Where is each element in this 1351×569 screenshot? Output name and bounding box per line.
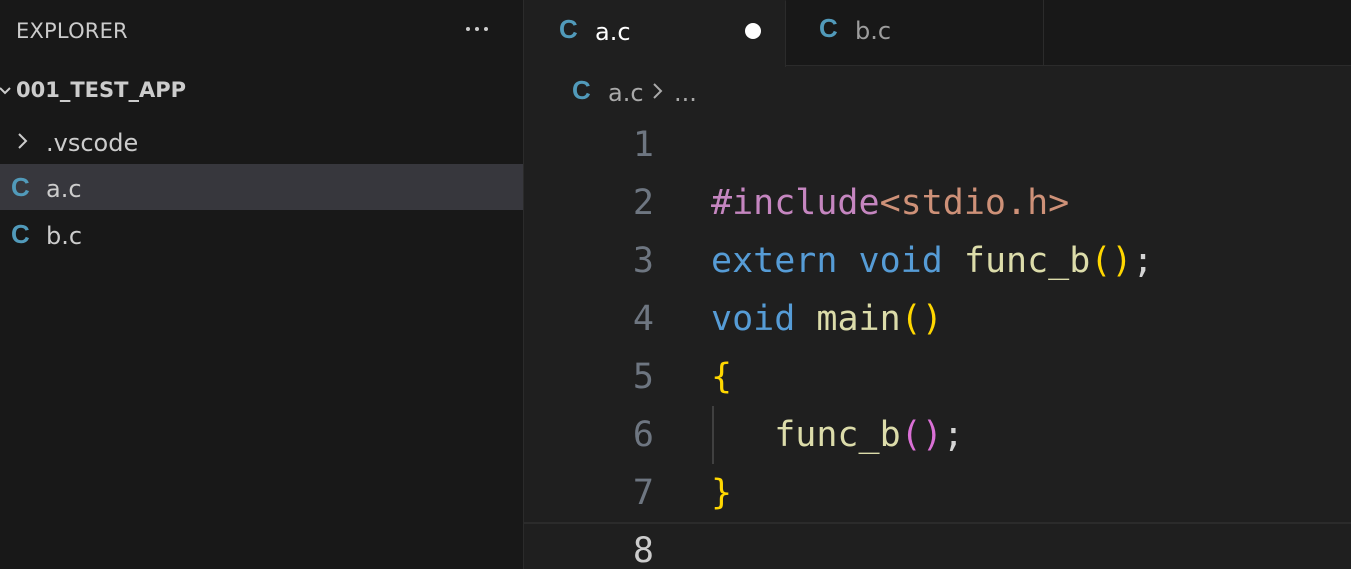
code-line-text: func_b(); xyxy=(711,415,964,455)
code-token: { xyxy=(711,357,733,397)
breadcrumb-more[interactable]: ... xyxy=(674,79,697,107)
code-token: void xyxy=(858,241,943,281)
editor-area: C a.c C b.c C a.c ... 1 2 #include<stdio.h… xyxy=(524,0,1351,569)
tab-bar-empty-space xyxy=(1044,0,1351,66)
tab-label: b.c xyxy=(855,17,892,45)
chevron-right-icon xyxy=(18,133,28,149)
c-file-icon: C xyxy=(11,172,30,202)
c-file-icon: C xyxy=(572,75,591,105)
tab-b-c[interactable]: C b.c xyxy=(786,0,1044,66)
line-number: 8 xyxy=(632,531,654,569)
c-file-icon: C xyxy=(559,14,578,44)
breadcrumb: C a.c ... xyxy=(572,72,872,112)
tree-item-label: a.c xyxy=(46,175,82,203)
tab-label: a.c xyxy=(595,18,631,46)
line-number: 5 xyxy=(632,357,654,397)
code-line-text: void main() xyxy=(711,299,943,339)
code-line-text: } xyxy=(711,473,732,513)
line-number: 2 xyxy=(632,183,654,223)
breadcrumb-file[interactable]: a.c xyxy=(608,79,644,107)
line-number: 3 xyxy=(632,241,654,281)
code-line[interactable]: 7} xyxy=(524,464,1351,522)
code-token: } xyxy=(711,473,733,513)
chevron-down-icon xyxy=(0,87,11,95)
code-token: extern xyxy=(711,241,838,281)
code-line-text: #include<stdio.h> xyxy=(711,183,1069,223)
code-line[interactable]: 2 #include<stdio.h> xyxy=(524,174,1351,232)
code-line[interactable]: 3 extern void func_b(); xyxy=(524,232,1351,290)
code-line[interactable]: 6 func_b(); xyxy=(524,406,1351,464)
ellipsis-icon[interactable] xyxy=(458,14,496,44)
tab-bar: C a.c C b.c xyxy=(524,0,1351,67)
code-token: void xyxy=(711,299,796,339)
line-number: 6 xyxy=(632,415,654,455)
explorer-sidebar: EXPLORER 001_TEST_APP .vscode C a.c C b.… xyxy=(0,0,524,569)
explorer-title: EXPLORER xyxy=(16,19,128,43)
code-line[interactable]: 5{ xyxy=(524,348,1351,406)
c-file-icon: C xyxy=(11,219,30,249)
tree-item-label: .vscode xyxy=(46,129,139,157)
line-number: 1 xyxy=(632,125,654,165)
tree-item-label: b.c xyxy=(46,222,83,250)
unsaved-dot-icon[interactable] xyxy=(745,23,761,39)
workspace-folder[interactable]: 001_TEST_APP xyxy=(0,70,523,112)
code-token: #include xyxy=(711,183,880,223)
tab-a-c[interactable]: C a.c xyxy=(524,0,786,67)
line-number: 7 xyxy=(632,473,654,513)
code-token: <stdio.h> xyxy=(879,183,1070,223)
code-line[interactable]: 8 xyxy=(524,522,1351,569)
code-token: () xyxy=(1090,241,1133,281)
tree-item-b-c[interactable]: C b.c xyxy=(0,211,523,257)
code-line-text: extern void func_b(); xyxy=(711,241,1154,281)
code-line[interactable]: 4 void main() xyxy=(524,290,1351,348)
workspace-folder-name: 001_TEST_APP xyxy=(16,78,186,102)
code-token: ; xyxy=(1132,241,1154,281)
code-token: () xyxy=(900,415,943,455)
vscode-window: EXPLORER 001_TEST_APP .vscode C a.c C b.… xyxy=(0,0,1351,569)
code-token: () xyxy=(900,299,943,339)
chevron-right-icon xyxy=(653,83,663,99)
code-line-text: { xyxy=(711,357,732,397)
code-token: func_b xyxy=(774,415,901,455)
explorer-header: EXPLORER xyxy=(0,0,523,62)
code-token: func_b xyxy=(963,241,1091,281)
tree-item-a-c[interactable]: C a.c xyxy=(0,164,523,210)
code-token: ; xyxy=(942,415,964,455)
code-line[interactable]: 1 xyxy=(524,116,1351,174)
tree-item-vscode-folder[interactable]: .vscode xyxy=(0,118,523,164)
code-editor[interactable]: 1 2 #include<stdio.h> 3 extern void func_b()… xyxy=(524,116,1351,569)
c-file-icon: C xyxy=(819,13,838,43)
code-token: main xyxy=(816,299,901,339)
line-number: 4 xyxy=(632,299,654,339)
